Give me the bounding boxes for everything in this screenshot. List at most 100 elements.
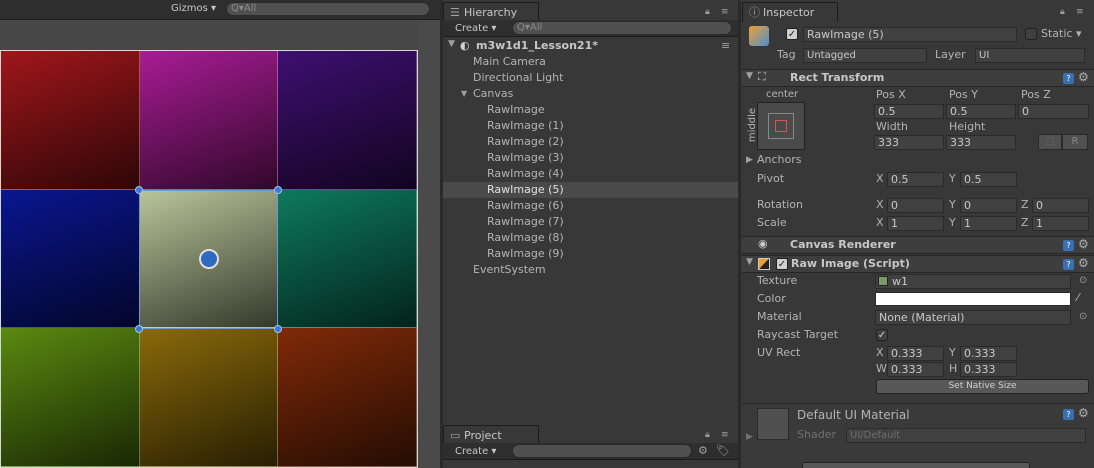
- blueprint-mode-icon[interactable]: ⬚: [1038, 134, 1062, 150]
- uv-y-field[interactable]: 0.333: [960, 346, 1017, 361]
- scale-z-field[interactable]: 1: [1032, 216, 1089, 231]
- expand-arrow-icon[interactable]: ▼: [448, 39, 455, 49]
- hierarchy-item[interactable]: RawImage: [443, 102, 738, 118]
- rect-transform-header[interactable]: ▼ ⛶ Rect Transform ? ⚙: [742, 69, 1094, 87]
- gear-icon[interactable]: ⚙: [1078, 256, 1089, 270]
- tag-dropdown[interactable]: Untagged: [803, 48, 927, 63]
- project-create-button[interactable]: Create ▾: [455, 446, 496, 457]
- raw-image-tile[interactable]: [1, 189, 140, 329]
- scene-view[interactable]: Gizmos ▾ Q▾All: [0, 0, 440, 468]
- scene-header[interactable]: ▼ ◐ m3w1d1_Lesson21* ≡: [443, 38, 738, 54]
- tab-hierarchy[interactable]: ☰ Hierarchy: [443, 2, 539, 22]
- lock-icon[interactable]: 🔒︎: [705, 7, 710, 17]
- resize-handle[interactable]: [274, 325, 282, 333]
- rotation-y-field[interactable]: 0: [960, 198, 1017, 213]
- hierarchy-item[interactable]: ▼ Canvas: [443, 86, 738, 102]
- material-field[interactable]: None (Material): [875, 310, 1071, 325]
- raw-image-tile[interactable]: [139, 51, 279, 190]
- raycast-target-checkbox[interactable]: ✓: [876, 329, 888, 341]
- scene-search-input[interactable]: Q▾All: [226, 2, 430, 16]
- hierarchy-item[interactable]: RawImage (5): [443, 182, 738, 198]
- tab-inspector[interactable]: ⓘ Inspector: [742, 2, 838, 22]
- scale-x-field[interactable]: 1: [887, 216, 944, 231]
- anchors-expand-icon[interactable]: ▶: [746, 155, 753, 165]
- object-name-field[interactable]: RawImage (5): [803, 27, 1017, 42]
- pivot-icon[interactable]: [199, 249, 219, 269]
- rotation-z-field[interactable]: 0: [1032, 198, 1089, 213]
- pivot-y-field[interactable]: 0.5: [960, 172, 1017, 187]
- expand-arrow-icon[interactable]: ▼: [746, 257, 753, 267]
- uv-h-field[interactable]: 0.333: [960, 362, 1017, 377]
- raw-edit-button[interactable]: R: [1062, 134, 1088, 150]
- filter-type-icon[interactable]: ⚙: [698, 444, 708, 457]
- raw-image-enabled-checkbox[interactable]: ✓: [776, 258, 788, 270]
- raw-image-header[interactable]: ▼ ✓ Raw Image (Script) ? ⚙: [742, 255, 1094, 273]
- panel-menu-icon[interactable]: ≡: [721, 7, 729, 17]
- color-swatch[interactable]: [875, 292, 1071, 306]
- hierarchy-item[interactable]: RawImage (3): [443, 150, 738, 166]
- hierarchy-item[interactable]: RawImage (1): [443, 118, 738, 134]
- object-picker-icon[interactable]: ⊙: [1079, 275, 1087, 286]
- layer-dropdown[interactable]: UI: [975, 48, 1085, 63]
- pivot-x-field[interactable]: 0.5: [887, 172, 944, 187]
- resize-handle[interactable]: [274, 186, 282, 194]
- expand-arrow-icon[interactable]: ▼: [746, 71, 753, 81]
- hierarchy-item[interactable]: RawImage (9): [443, 246, 738, 262]
- raw-image-tile[interactable]: [1, 328, 140, 467]
- panel-menu-icon[interactable]: ≡: [1076, 7, 1084, 17]
- pos-x-field[interactable]: 0.5: [874, 104, 944, 119]
- anchors-label[interactable]: Anchors: [757, 152, 802, 168]
- help-icon[interactable]: ?: [1063, 73, 1074, 84]
- canvas-renderer-header[interactable]: ◉ Canvas Renderer ? ⚙: [742, 236, 1094, 254]
- hierarchy-item[interactable]: Main Camera: [443, 54, 738, 70]
- pos-y-field[interactable]: 0.5: [946, 104, 1016, 119]
- hierarchy-item[interactable]: RawImage (7): [443, 214, 738, 230]
- hierarchy-item[interactable]: EventSystem: [443, 262, 738, 278]
- height-field[interactable]: 333: [946, 135, 1016, 150]
- raw-image-tile[interactable]: [1, 51, 140, 190]
- lock-icon[interactable]: 🔒︎: [1060, 7, 1065, 17]
- hierarchy-item[interactable]: RawImage (8): [443, 230, 738, 246]
- anchor-presets-button[interactable]: [757, 102, 805, 150]
- rotation-x-field[interactable]: 0: [887, 198, 944, 213]
- help-icon[interactable]: ?: [1063, 259, 1074, 270]
- raw-image-tile[interactable]: [278, 189, 417, 329]
- active-checkbox[interactable]: ✓: [786, 28, 798, 40]
- help-icon[interactable]: ?: [1063, 240, 1074, 251]
- hierarchy-item[interactable]: RawImage (2): [443, 134, 738, 150]
- uv-x-field[interactable]: 0.333: [887, 346, 944, 361]
- project-search-input[interactable]: [512, 444, 692, 458]
- lock-icon[interactable]: 🔒︎: [705, 430, 710, 440]
- gear-icon[interactable]: ⚙: [1078, 237, 1089, 251]
- raw-image-tile[interactable]: [278, 328, 417, 467]
- raw-image-tile[interactable]: [278, 51, 417, 190]
- uv-w-field[interactable]: 0.333: [887, 362, 944, 377]
- scale-y-field[interactable]: 1: [960, 216, 1017, 231]
- hierarchy-create-button[interactable]: Create ▾: [455, 23, 496, 34]
- gear-icon[interactable]: ⚙: [1078, 70, 1089, 84]
- eyedropper-icon[interactable]: ⁄: [1077, 291, 1079, 304]
- panel-menu-icon[interactable]: ≡: [721, 430, 729, 440]
- resize-handle[interactable]: [135, 186, 143, 194]
- hierarchy-item[interactable]: RawImage (4): [443, 166, 738, 182]
- gear-icon[interactable]: ⚙: [1078, 406, 1089, 420]
- resize-handle[interactable]: [135, 325, 143, 333]
- raw-image-tile[interactable]: [139, 328, 279, 467]
- hierarchy-item[interactable]: RawImage (6): [443, 198, 738, 214]
- pos-z-field[interactable]: 0: [1018, 104, 1089, 119]
- object-picker-icon[interactable]: ⊙: [1079, 311, 1087, 322]
- gizmos-dropdown[interactable]: Gizmos ▾: [171, 3, 216, 14]
- expand-arrow-icon[interactable]: ▼: [461, 86, 467, 102]
- set-native-size-button[interactable]: Set Native Size: [876, 379, 1089, 394]
- filter-label-icon[interactable]: 🏷︎: [716, 444, 730, 457]
- hierarchy-item[interactable]: Directional Light: [443, 70, 738, 86]
- shader-dropdown[interactable]: UI/Default: [846, 428, 1086, 443]
- scene-menu-icon[interactable]: ≡: [721, 39, 730, 52]
- material-expand-icon[interactable]: ▶: [746, 432, 753, 442]
- static-dropdown[interactable]: Static ▾: [1041, 26, 1081, 42]
- width-field[interactable]: 333: [874, 135, 944, 150]
- add-component-button[interactable]: [802, 462, 1030, 468]
- tab-project[interactable]: ▭ Project: [443, 425, 539, 445]
- help-icon[interactable]: ?: [1063, 409, 1074, 420]
- hierarchy-search-input[interactable]: Q▾All: [512, 21, 732, 35]
